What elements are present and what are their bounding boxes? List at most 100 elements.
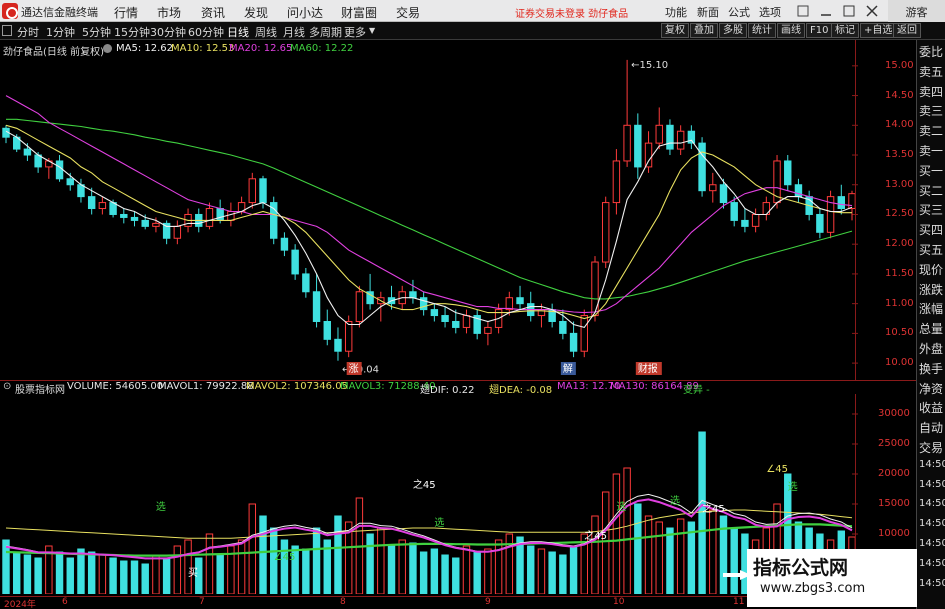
menu-bar: 通达信金融终端 行情 市场 资讯 发现 问小达 财富圈 交易 证券交易未登录 劲… xyxy=(0,0,945,22)
side-tab[interactable]: 买一 xyxy=(919,162,943,179)
statistics-button[interactable]: 统计 xyxy=(748,23,776,38)
side-tab[interactable]: 总量 xyxy=(919,320,943,337)
side-tab[interactable]: 14:50 xyxy=(919,558,945,569)
indicator-menu-icon[interactable]: ⊙ xyxy=(3,381,11,392)
indicator-annotation: 选 xyxy=(670,494,680,507)
panel-toggle-icon[interactable] xyxy=(2,25,12,36)
side-tab[interactable]: 14:50 xyxy=(919,578,945,589)
indicator-value: MAVOL1: 79922.88 xyxy=(158,381,254,392)
overlay-button[interactable]: 叠加 xyxy=(690,23,718,38)
side-tab[interactable]: 14:50 xyxy=(919,498,945,509)
candlestick-chart[interactable]: ←15.10←10.04涨解财报 xyxy=(0,40,916,380)
price-tick: 13.00 xyxy=(885,178,914,190)
menu-options-button[interactable]: 选项 xyxy=(759,4,781,20)
period-5min[interactable]: 5分钟 xyxy=(82,24,111,40)
candle xyxy=(516,297,524,305)
side-tab[interactable]: 卖五 xyxy=(919,63,943,80)
candle xyxy=(655,124,663,144)
side-tab[interactable]: 14:50 xyxy=(919,459,945,470)
side-tab[interactable]: 自动 xyxy=(919,419,943,436)
side-tab[interactable]: 卖一 xyxy=(919,142,943,159)
side-tab[interactable]: 14:50 xyxy=(919,518,945,529)
side-tab[interactable]: 外盘 xyxy=(919,340,943,357)
period-monthly[interactable]: 月线 xyxy=(283,24,305,40)
candle xyxy=(666,124,674,150)
menu-item-market[interactable]: 市场 xyxy=(157,4,181,21)
volume-bar xyxy=(505,533,514,594)
candle xyxy=(409,291,417,299)
period-15min[interactable]: 15分钟 xyxy=(114,24,150,40)
volume-bar xyxy=(591,515,599,594)
side-tab[interactable]: 买二 xyxy=(919,182,943,199)
draw-line-button[interactable]: 画线 xyxy=(777,23,805,38)
side-tab[interactable]: 交易 xyxy=(919,439,943,456)
candle xyxy=(634,124,642,168)
period-daily[interactable]: 日线 xyxy=(227,24,249,40)
side-tab[interactable]: 卖四 xyxy=(919,83,943,100)
side-tab[interactable]: 委比 xyxy=(919,43,943,60)
side-tab[interactable]: 收益 xyxy=(919,399,943,416)
indicator-annotation: ∠45 xyxy=(274,552,296,563)
mark-button[interactable]: 标记 xyxy=(831,23,859,38)
f10-button[interactable]: F10 xyxy=(806,23,833,38)
restore-rights-button[interactable]: 复权 xyxy=(661,23,689,38)
period-60min[interactable]: 60分钟 xyxy=(188,24,224,40)
side-tab[interactable]: 14:50 xyxy=(919,538,945,549)
period-1min[interactable]: 1分钟 xyxy=(46,24,75,40)
side-tab[interactable]: 涨跌 xyxy=(919,281,943,298)
indicator-annotation: 买 xyxy=(188,567,198,579)
menu-function-button[interactable]: 功能 xyxy=(665,4,687,20)
side-tab[interactable]: 卖三 xyxy=(919,102,943,119)
volume-bar xyxy=(130,560,139,594)
multi-stock-button[interactable]: 多股 xyxy=(719,23,747,38)
period-30min[interactable]: 30分钟 xyxy=(150,24,186,40)
watermark-url: www.zbgs3.com xyxy=(760,581,866,596)
volume-bar xyxy=(87,551,96,594)
candle xyxy=(505,297,514,311)
volume-bar xyxy=(216,554,224,594)
period-weekly[interactable]: 周线 xyxy=(255,24,277,40)
date-tick: 7 xyxy=(199,597,205,607)
price-tick: 14.00 xyxy=(885,119,914,131)
menu-item-news[interactable]: 资讯 xyxy=(201,4,225,21)
period-multi[interactable]: 多周期 xyxy=(309,24,342,40)
candle xyxy=(141,219,149,227)
date-tick: 9 xyxy=(485,597,491,607)
side-tab[interactable]: 买四 xyxy=(919,221,943,238)
candle xyxy=(66,178,74,186)
period-more[interactable]: 更多 xyxy=(344,24,366,40)
menu-item-assistant[interactable]: 问小达 xyxy=(287,4,323,21)
candle xyxy=(280,237,289,251)
candle xyxy=(259,178,267,204)
indicator-annotation: 选 xyxy=(434,516,444,529)
date-tick: 10 xyxy=(613,597,625,607)
side-tab[interactable]: 14:50 xyxy=(919,479,945,490)
side-tab[interactable]: 现价 xyxy=(919,261,943,278)
menu-item-trade[interactable]: 交易 xyxy=(396,4,420,21)
side-tab[interactable]: 换手 xyxy=(919,360,943,377)
menu-item-quotes[interactable]: 行情 xyxy=(114,4,138,21)
menu-item-discover[interactable]: 发现 xyxy=(244,4,268,21)
menu-formula-button[interactable]: 公式 xyxy=(728,4,750,20)
side-tab[interactable]: 卖二 xyxy=(919,122,943,139)
menu-item-wealth-circle[interactable]: 财富圈 xyxy=(341,4,377,21)
guest-button[interactable]: 游客 xyxy=(888,0,945,22)
side-tab[interactable]: 买五 xyxy=(919,241,943,258)
side-tab[interactable]: 净资 xyxy=(919,380,943,397)
event-mark: 财报 xyxy=(638,362,658,375)
side-tab[interactable]: 买三 xyxy=(919,201,943,218)
period-intraday[interactable]: 分时 xyxy=(17,24,39,40)
add-watchlist-button[interactable]: +自选 xyxy=(860,23,897,38)
chevron-down-icon[interactable]: ▼ xyxy=(369,26,375,35)
indicator-value: MAVOL2: 107346.05 xyxy=(246,381,348,392)
volume-bar xyxy=(366,533,374,594)
side-tab[interactable]: 涨幅 xyxy=(919,300,943,317)
menu-new-layout-button[interactable]: 新面 xyxy=(697,4,719,20)
volume-bar xyxy=(66,557,74,594)
volume-bar xyxy=(173,545,182,594)
candle xyxy=(302,273,310,293)
date-tick: 2024年 xyxy=(4,600,36,609)
back-button[interactable]: 返回 xyxy=(893,23,921,38)
login-notice[interactable]: 证券交易未登录 劲仔食品 xyxy=(515,5,628,20)
date-tick: 8 xyxy=(340,597,346,607)
